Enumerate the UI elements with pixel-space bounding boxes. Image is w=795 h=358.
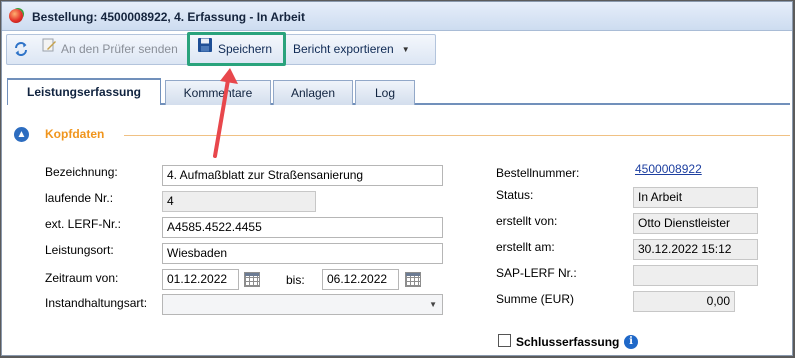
bestellnummer-link[interactable]: 4500008922 [635,162,702,176]
summe-field: 0,00 [633,291,735,312]
app-icon [9,9,23,23]
label-bestellnummer: Bestellnummer: [496,166,580,180]
export-report-button[interactable]: Bericht exportieren ▼ [293,35,410,64]
send-to-reviewer-button[interactable]: An den Prüfer senden [41,35,178,64]
label-bis: bis: [286,273,305,287]
refresh-icon[interactable] [13,41,29,57]
label-leistungsort: Leistungsort: [45,243,114,257]
status-field: In Arbeit [633,187,758,208]
chevron-down-icon: ▼ [401,45,410,55]
bezeichnung-input[interactable]: 4. Aufmaßblatt zur Straßensanierung [162,165,443,186]
zeitraum-bis-input[interactable]: 06.12.2022 [322,269,399,290]
erstellt-von-field: Otto Dienstleister [633,213,758,234]
collapse-up-icon[interactable]: ▲ [14,127,29,142]
info-icon[interactable]: i [624,335,638,349]
label-bezeichnung: Bezeichnung: [45,165,118,179]
schlusserfassung-label: Schlusserfassung [516,335,620,349]
leistungsort-input[interactable]: Wiesbaden [162,243,443,264]
export-button-label: Bericht exportieren [293,42,394,56]
section-title: Kopfdaten [45,127,105,141]
send-icon [41,35,57,64]
label-erstellt-am: erstellt am: [496,240,555,254]
section-divider [124,135,790,136]
label-status: Status: [496,188,534,202]
save-icon [197,35,213,64]
send-button-label: An den Prüfer senden [61,42,178,56]
sap-lerf-nr-field [633,265,758,286]
toolbar-separator [189,40,190,59]
tab-log[interactable]: Log [355,80,415,105]
label-sap-lerf-nr: SAP-LERF Nr.: [496,266,577,280]
zeitraum-von-input[interactable]: 01.12.2022 [162,269,239,290]
ext-lerf-nr-input[interactable]: A4585.4522.4455 [162,217,443,238]
label-zeitraum-von: Zeitraum von: [45,271,119,285]
tab-leistungserfassung[interactable]: Leistungserfassung [7,78,161,105]
window: Bestellung: 4500008922, 4. Erfassung - I… [1,1,793,356]
label-ext-lerf-nr: ext. LERF-Nr.: [45,217,122,231]
calendar-icon[interactable] [405,272,421,287]
tab-anlagen[interactable]: Anlagen [273,80,353,105]
title-bar: Bestellung: 4500008922, 4. Erfassung - I… [2,2,792,31]
toolbar: An den Prüfer senden Speichern Bericht e… [6,34,436,65]
instandhaltungsart-select[interactable]: ▼ [162,294,443,315]
laufende-nr-field: 4 [162,191,316,212]
window-title: Bestellung: 4500008922, 4. Erfassung - I… [32,10,305,24]
label-summe: Summe (EUR) [496,292,575,306]
chevron-down-icon: ▼ [429,300,437,309]
tab-kommentare[interactable]: Kommentare [165,80,271,105]
schlusserfassung-checkbox[interactable] [498,334,511,347]
calendar-icon[interactable] [244,272,260,287]
erstellt-am-field: 30.12.2022 15:12 [633,239,758,260]
label-erstellt-von: erstellt von: [496,214,558,228]
label-instandhaltungsart: Instandhaltungsart: [45,296,148,310]
label-laufende-nr: laufende Nr.: [45,191,114,205]
save-button-label: Speichern [218,42,273,56]
save-button[interactable]: Speichern [197,35,272,64]
tab-bar: Leistungserfassung Kommentare Anlagen Lo… [7,78,790,105]
section-header: ▲ Kopfdaten [14,126,790,144]
